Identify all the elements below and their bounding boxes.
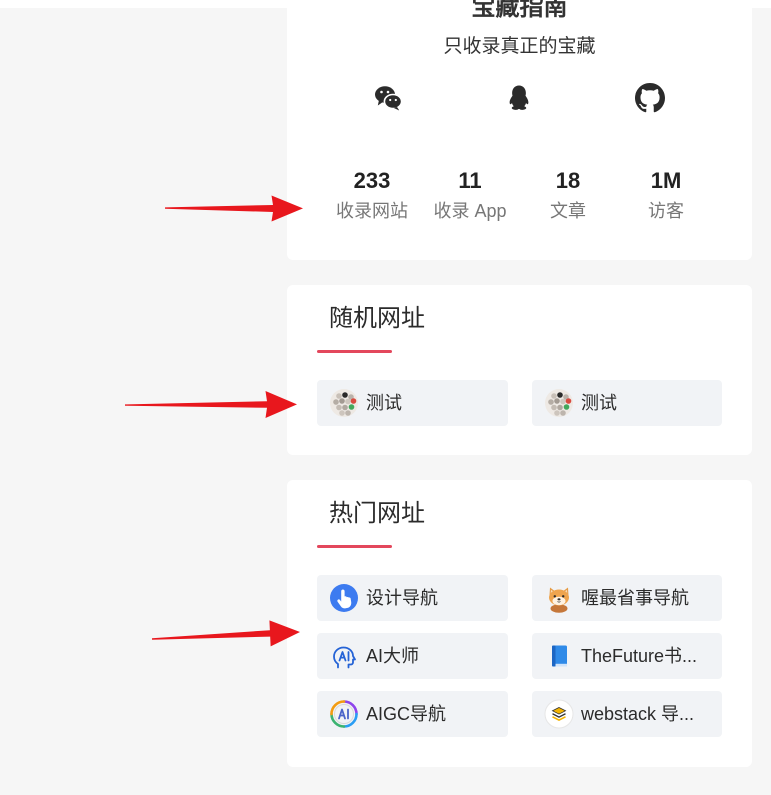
- random-site-link[interactable]: 测试: [317, 380, 508, 426]
- stat-value: 233: [353, 168, 391, 193]
- section-title-underline: [317, 545, 392, 548]
- github-link[interactable]: [635, 83, 665, 113]
- random-sites-list: 测试 测试: [317, 380, 722, 426]
- hot-site-link[interactable]: webstack 导...: [532, 691, 722, 737]
- hot-site-link[interactable]: AIGC导航: [317, 691, 508, 737]
- random-sites-card: 随机网址 测试 测试: [287, 285, 752, 455]
- hot-sites-list: 设计导航 喔最省事导航 AI大师 TheFuture书... AIGC导航 we…: [317, 575, 722, 737]
- stat-visitors: 1M 访客: [617, 166, 715, 226]
- site-label: TheFuture书...: [581, 646, 698, 666]
- section-title: 热门网址: [329, 500, 425, 527]
- hot-site-link[interactable]: 设计导航: [317, 575, 508, 621]
- profile-card: 宝藏指南 只收录真正的宝藏 233 收录网站 11 收录 App 18 文章 1…: [287, 0, 752, 260]
- wechat-icon: [375, 86, 403, 111]
- stat-articles: 18 文章: [519, 166, 617, 226]
- dotted-globe-icon: [330, 389, 358, 417]
- ai-head-icon: [333, 646, 356, 669]
- random-site-link[interactable]: 测试: [532, 380, 722, 426]
- site-label: 测试: [581, 393, 617, 413]
- annotation-arrow: [125, 391, 297, 418]
- stat-value: 18: [555, 168, 581, 193]
- site-label: webstack 导...: [581, 704, 695, 724]
- site-label: AI大师: [366, 646, 420, 666]
- stack-icon: [544, 699, 574, 729]
- stat-apps: 11 收录 App: [421, 166, 519, 226]
- stat-value: 1M: [650, 168, 682, 193]
- site-label: 设计导航: [366, 588, 438, 608]
- site-label: 测试: [366, 393, 402, 413]
- site-subtitle: 只收录真正的宝藏: [443, 36, 596, 57]
- stat-value: 11: [458, 168, 482, 193]
- stat-label: 访客: [648, 201, 684, 221]
- shiba-dog-icon: [549, 587, 569, 613]
- stat-label: 收录网站: [336, 201, 408, 221]
- pointer-hand-icon: [330, 584, 358, 612]
- hot-site-link[interactable]: 喔最省事导航: [532, 575, 722, 621]
- aigc-ring-icon: [330, 700, 358, 728]
- stat-sites: 233 收录网站: [323, 166, 421, 226]
- dotted-globe-icon: [545, 389, 573, 417]
- qq-icon: [509, 85, 529, 110]
- annotation-arrow: [165, 195, 303, 222]
- stats-row: 233 收录网站 11 收录 App 18 文章 1M 访客: [323, 166, 715, 226]
- github-icon: [635, 83, 665, 113]
- hot-sites-card: 热门网址 设计导航 喔最省事导航 AI大师 TheFuture书... AIGC…: [287, 480, 752, 767]
- stat-label: 收录 App: [433, 201, 507, 221]
- section-title: 随机网址: [329, 305, 425, 332]
- annotation-arrow: [151, 620, 300, 647]
- book-icon: [552, 645, 567, 667]
- site-title: 宝藏指南: [471, 0, 568, 21]
- page: 宝藏指南 只收录真正的宝藏 233 收录网站 11 收录 App 18 文章 1…: [0, 0, 771, 795]
- section-title-underline: [317, 350, 392, 353]
- qq-link[interactable]: [504, 83, 534, 113]
- stat-label: 文章: [550, 201, 586, 221]
- site-label: 喔最省事导航: [581, 588, 689, 608]
- wechat-link[interactable]: [373, 83, 403, 113]
- hot-site-link[interactable]: TheFuture书...: [532, 633, 722, 679]
- hot-site-link[interactable]: AI大师: [317, 633, 508, 679]
- site-label: AIGC导航: [366, 704, 447, 724]
